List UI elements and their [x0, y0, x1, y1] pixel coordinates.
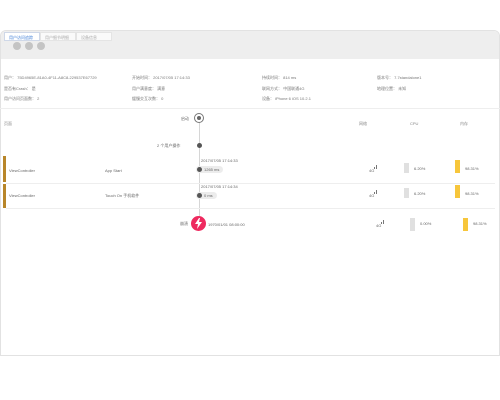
- network-type: 联网方式： 中国联通4G: [262, 86, 305, 91]
- column-memory: 内存: [460, 121, 468, 126]
- duration-pill[interactable]: 1265 ms: [196, 166, 224, 173]
- row-memory: 98.31%: [465, 166, 479, 171]
- clock-icon: [197, 167, 202, 172]
- launch-label: 启动: [181, 116, 189, 121]
- page-view-count: 用户访问页面数： 2: [4, 96, 40, 101]
- row-time: 2017/07/05 17:14:34: [201, 184, 238, 189]
- start-time: 开始时间： 2017/07/05 17:14:33: [132, 75, 190, 80]
- device-info: 设备： iPhone 6 iOS 10.2.1: [262, 96, 311, 101]
- column-cpu: CPU: [410, 121, 419, 126]
- user-rating: 用户满意度： 满意: [132, 86, 166, 91]
- row-cpu: 6.20%: [414, 166, 426, 171]
- memory-bar: [455, 185, 460, 198]
- row-marker: [3, 156, 6, 182]
- column-network: 网络: [359, 121, 367, 126]
- window-dot-icon[interactable]: [37, 42, 45, 50]
- tab-device-info[interactable]: 设备信息: [76, 32, 112, 41]
- crash-label: 崩溃: [180, 221, 188, 226]
- row-time: 2017/07/05 17:14:33: [201, 158, 238, 163]
- crash-memory: 98.31%: [473, 221, 487, 226]
- memory-bar: [463, 218, 468, 231]
- row-page: ViewController: [9, 193, 35, 198]
- cpu-bar: [410, 218, 415, 231]
- row-cpu: 6.20%: [414, 191, 426, 196]
- crash-cpu: 0.00%: [420, 221, 432, 226]
- row-separator: [6, 208, 495, 209]
- launch-icon[interactable]: [194, 113, 204, 123]
- row-action[interactable]: Touch On 手机软件: [105, 193, 139, 199]
- user-id: 用户： 75D4965E-81A0-4F11-A8C8-229537E67729: [4, 75, 97, 80]
- location: 地理位置： 未知: [377, 86, 407, 91]
- tab-user-trace[interactable]: 用户访问追踪: [4, 32, 40, 41]
- window-dot-icon[interactable]: [13, 42, 21, 50]
- column-page: 页面: [4, 121, 12, 126]
- duration-pill[interactable]: 0 ms: [196, 192, 217, 199]
- cpu-bar: [404, 188, 409, 198]
- row-duration: 1265 ms: [204, 167, 220, 172]
- row-separator: [6, 183, 495, 184]
- row-network: 4G: [369, 193, 375, 198]
- row-action[interactable]: App Start: [105, 168, 122, 173]
- row-duration: 0 ms: [204, 193, 213, 198]
- version: 版本号： 7.7standalone1: [377, 75, 422, 80]
- row-memory: 98.31%: [465, 191, 479, 196]
- row-marker: [3, 184, 6, 208]
- memory-bar: [455, 160, 460, 173]
- clock-icon: [197, 193, 202, 198]
- crash-bolt-icon[interactable]: [191, 216, 206, 231]
- window-dot-icon[interactable]: [25, 42, 33, 50]
- row-network: 4G: [369, 168, 375, 173]
- crash-time: 1970/01/01 08:00:00: [208, 222, 245, 227]
- collapse-icon[interactable]: [197, 143, 202, 148]
- cpu-bar: [404, 163, 409, 173]
- tab-bar: 用户访问追踪 用户细节明细 设备信息: [4, 32, 112, 42]
- action-group-label: 2 个用户操作: [157, 143, 181, 148]
- divider: [0, 108, 500, 109]
- crash-flag: 是否有Crash： 是: [4, 86, 36, 91]
- tab-user-details[interactable]: 用户细节明细: [40, 32, 76, 41]
- duration: 持续时间： 814 ms: [262, 75, 297, 80]
- slow-interaction-count: 缓慢交互次数： 0: [132, 96, 164, 101]
- row-page: ViewController: [9, 168, 35, 173]
- crash-network: 4G: [376, 223, 382, 228]
